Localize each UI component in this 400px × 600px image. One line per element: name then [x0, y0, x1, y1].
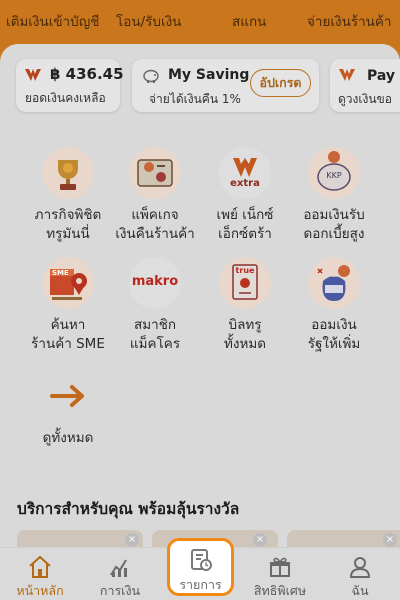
gift-icon: [240, 553, 320, 581]
service-makro-line2: แม็คโคร: [129, 336, 181, 352]
my-saving-card[interactable]: My Saving จ่ายได้เงินคืน 1% อัปเกรด: [132, 59, 319, 112]
pay-next-card[interactable]: Pay N ดูวงเงินขอ: [330, 59, 400, 112]
transfer-receive-button[interactable]: โอน/รับเงิน: [116, 10, 181, 32]
profile-icon: [320, 553, 400, 581]
close-icon[interactable]: ×: [253, 533, 267, 547]
upgrade-button[interactable]: อัปเกรด: [250, 69, 311, 97]
cashback-package-icon: [129, 147, 181, 199]
nav-finance[interactable]: การเงิน: [80, 548, 160, 600]
sme-store-icon: SME: [42, 257, 94, 309]
piggy-bank-icon: [143, 69, 159, 83]
trophy-icon: [42, 147, 94, 199]
service-true-bill[interactable]: true บิลทรูทั้งหมด: [197, 257, 293, 354]
balance-label: ยอดเงินคงเหลือ: [25, 91, 106, 105]
service-kkp-savings[interactable]: KKP ออมเงินรับดอกเบี้ยสูง: [286, 147, 382, 244]
service-gov-line1: ออมเงิน: [311, 317, 357, 333]
top-up-button[interactable]: เติมเงินเข้าบัญชี: [6, 10, 99, 32]
pay-next-logo-icon: [339, 69, 355, 81]
balance-card[interactable]: ฿ 436.45 ยอดเงินคงเหลือ: [16, 59, 124, 112]
balance-amount: ฿ 436.45: [50, 65, 124, 83]
view-all-label: ดูทั้งหมด: [42, 430, 94, 446]
close-icon[interactable]: ×: [383, 533, 397, 547]
service-paynext-line2: เอ็กซ์ตร้า: [218, 226, 272, 242]
nav-finance-label: การเงิน: [99, 583, 141, 598]
true-badge: true: [235, 266, 255, 275]
kkp-savings-icon: KKP: [308, 147, 360, 199]
finance-icon: [80, 553, 160, 581]
service-makro-line1: สมาชิก: [133, 317, 177, 333]
gov-savings-icon: [308, 257, 360, 309]
view-all-button[interactable]: ดูทั้งหมด: [20, 370, 116, 448]
nav-privileges[interactable]: สิทธิพิเศษ: [240, 548, 320, 600]
service-kkp-line2: ดอกเบี้ยสูง: [303, 226, 365, 242]
service-pay-next-extra[interactable]: extra เพย์ เน็กซ์เอ็กซ์ตร้า: [197, 147, 293, 244]
service-mission-line1: ภารกิจพิชิต: [34, 207, 102, 223]
nav-home[interactable]: หน้าหลัก: [0, 548, 80, 600]
service-paynext-line1: เพย์ เน็กซ์: [216, 207, 274, 223]
nav-transactions[interactable]: รายการ: [167, 538, 234, 596]
service-cashback-line1: แพ็คเกจ: [131, 207, 179, 223]
pay-merchant-button[interactable]: จ่ายเงินร้านค้า: [307, 10, 392, 32]
makro-icon: makro: [129, 257, 181, 309]
service-sme-line1: ค้นหา: [50, 317, 86, 333]
service-gov-savings[interactable]: ออมเงินรัฐให้เพิ่ม: [286, 257, 382, 354]
pay-next-extra-icon: extra: [219, 147, 271, 199]
service-mission[interactable]: ภารกิจพิชิตทรูมันนี่: [20, 147, 116, 244]
service-gov-line2: รัฐให้เพิ่ม: [307, 336, 361, 352]
extra-badge: extra: [230, 178, 260, 189]
service-sme-store[interactable]: SME ค้นหาร้านค้า SME: [20, 257, 116, 354]
my-saving-title: My Saving: [168, 67, 250, 83]
pay-next-subtitle: ดูวงเงินขอ: [338, 92, 392, 106]
service-truebill-line1: บิลทรู: [228, 317, 262, 333]
service-kkp-line1: ออมเงินรับ: [303, 207, 365, 223]
kkp-badge: KKP: [326, 171, 342, 180]
service-cashback-line2: เงินคืนร้านค้า: [115, 226, 195, 242]
service-cashback-package[interactable]: แพ็คเกจเงินคืนร้านค้า: [107, 147, 203, 244]
nav-me-label: ฉัน: [351, 583, 369, 598]
transactions-icon: [170, 545, 231, 575]
scan-button[interactable]: สแกน: [232, 10, 266, 32]
home-icon: [0, 553, 80, 581]
nav-home-label: หน้าหลัก: [16, 583, 64, 598]
pay-next-title: Pay N: [367, 68, 400, 84]
service-truebill-line2: ทั้งหมด: [223, 336, 267, 352]
service-makro[interactable]: makro สมาชิกแม็คโคร: [107, 257, 203, 354]
my-saving-subtitle: จ่ายได้เงินคืน 1%: [149, 92, 241, 106]
service-mission-line2: ทรูมันนี่: [46, 226, 90, 242]
sme-badge: SME: [52, 269, 69, 277]
truemoney-logo-icon: [25, 69, 41, 81]
close-icon[interactable]: ×: [125, 533, 139, 547]
nav-privileges-label: สิทธิพิเศษ: [253, 583, 307, 598]
true-bill-icon: true: [219, 257, 271, 309]
nav-me[interactable]: ฉัน: [320, 548, 400, 600]
services-section-title: บริการสำหรับคุณ พร้อมลุ้นรางวัล: [17, 500, 240, 518]
service-sme-line2: ร้านค้า SME: [31, 336, 105, 352]
arrow-right-icon: [42, 370, 94, 422]
makro-badge: makro: [131, 274, 179, 289]
nav-transactions-label: รายการ: [179, 577, 222, 592]
